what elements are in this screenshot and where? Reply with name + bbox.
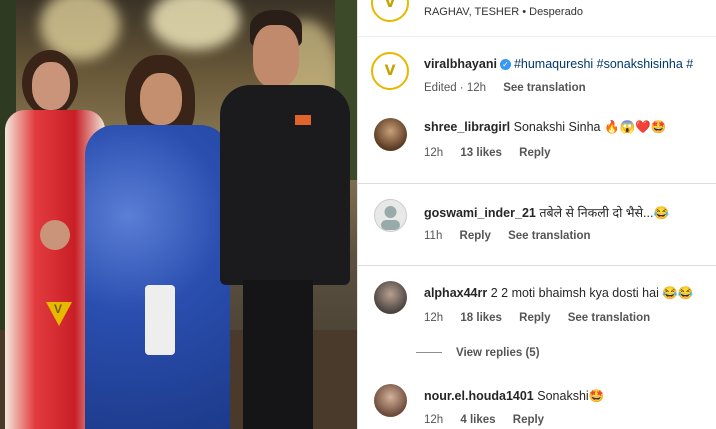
comment-avatar[interactable]: [374, 118, 407, 151]
comment-line: shree_libragirl Sonakshi Sinha 🔥😱❤️🤩: [424, 120, 666, 135]
comment-meta: 12h 18 likes Reply See translation: [424, 312, 664, 324]
comment-username[interactable]: alphax44rr: [424, 286, 487, 300]
comment-avatar[interactable]: [374, 199, 407, 232]
comment-username[interactable]: goswami_inder_21: [424, 206, 536, 220]
comment-meta: 11h Reply See translation: [424, 230, 605, 242]
comment-text: Sonakshi Sinha 🔥😱❤️🤩: [513, 120, 667, 134]
view-replies-label[interactable]: View replies (5): [456, 347, 540, 359]
caption-time: Edited · 12h: [424, 82, 487, 94]
audio-subtitle[interactable]: RAGHAV, TESHER • Desperado: [424, 6, 583, 18]
comment-text: Sonakshi🤩: [537, 389, 605, 403]
comment-avatar[interactable]: [374, 281, 407, 314]
comment-username[interactable]: shree_libragirl: [424, 120, 510, 134]
comment-line: nour.el.houda1401 Sonakshi🤩: [424, 389, 604, 404]
caption-username[interactable]: viralbhayani: [424, 57, 497, 71]
comment-meta: 12h 13 likes Reply: [424, 147, 565, 159]
caption-meta: Edited · 12h See translation: [424, 82, 600, 94]
reply-button[interactable]: Reply: [460, 230, 491, 242]
comment-time: 12h: [424, 414, 444, 426]
caption-line: viralbhayani ✓ #humaqureshi #sonakshisinha…: [424, 57, 693, 71]
view-replies-line: [416, 352, 442, 354]
verified-badge-icon: ✓: [499, 59, 511, 71]
person-black-suit: [215, 10, 355, 429]
comment-time: 12h: [424, 147, 444, 159]
watermark-logo: V: [44, 300, 74, 328]
caption-avatar[interactable]: V: [371, 52, 409, 90]
view-replies-button[interactable]: View replies (5): [416, 347, 540, 359]
see-translation-button[interactable]: See translation: [568, 312, 650, 324]
comment-time: 11h: [424, 230, 443, 242]
account-avatar[interactable]: V: [371, 0, 409, 22]
comment-username[interactable]: nour.el.houda1401: [424, 389, 534, 403]
reply-button[interactable]: Reply: [513, 414, 544, 426]
scroll-divider: [358, 183, 716, 184]
reply-button[interactable]: Reply: [519, 147, 550, 159]
comment-likes[interactable]: 4 likes: [460, 414, 495, 426]
comment-time: 12h: [424, 312, 444, 324]
caption-hashtags[interactable]: #humaqureshi #sonakshisinha #: [514, 57, 693, 71]
comment-text: तबेले से निकली दो भैसे...😂: [539, 206, 670, 220]
comment-text: 2 2 moti bhaimsh kya dosti hai 😂😂: [490, 286, 694, 300]
comment-likes[interactable]: 13 likes: [460, 147, 502, 159]
comment-likes[interactable]: 18 likes: [460, 312, 502, 324]
comment-avatar[interactable]: [374, 384, 407, 417]
caption-see-translation[interactable]: See translation: [503, 82, 585, 94]
post-photo: V: [0, 0, 357, 429]
comment-line: goswami_inder_21 तबेले से निकली दो भैसे.…: [424, 204, 669, 221]
comments-panel: V RAGHAV, TESHER • Desperado V viralbhay…: [357, 0, 716, 429]
person-blue-lehenga: [85, 55, 230, 429]
scroll-divider: [358, 265, 716, 266]
comment-meta: 12h 4 likes Reply: [424, 414, 558, 426]
see-translation-button[interactable]: See translation: [508, 230, 590, 242]
reply-button[interactable]: Reply: [519, 312, 550, 324]
comment-line: alphax44rr 2 2 moti bhaimsh kya dosti ha…: [424, 286, 693, 301]
divider: [358, 36, 716, 37]
